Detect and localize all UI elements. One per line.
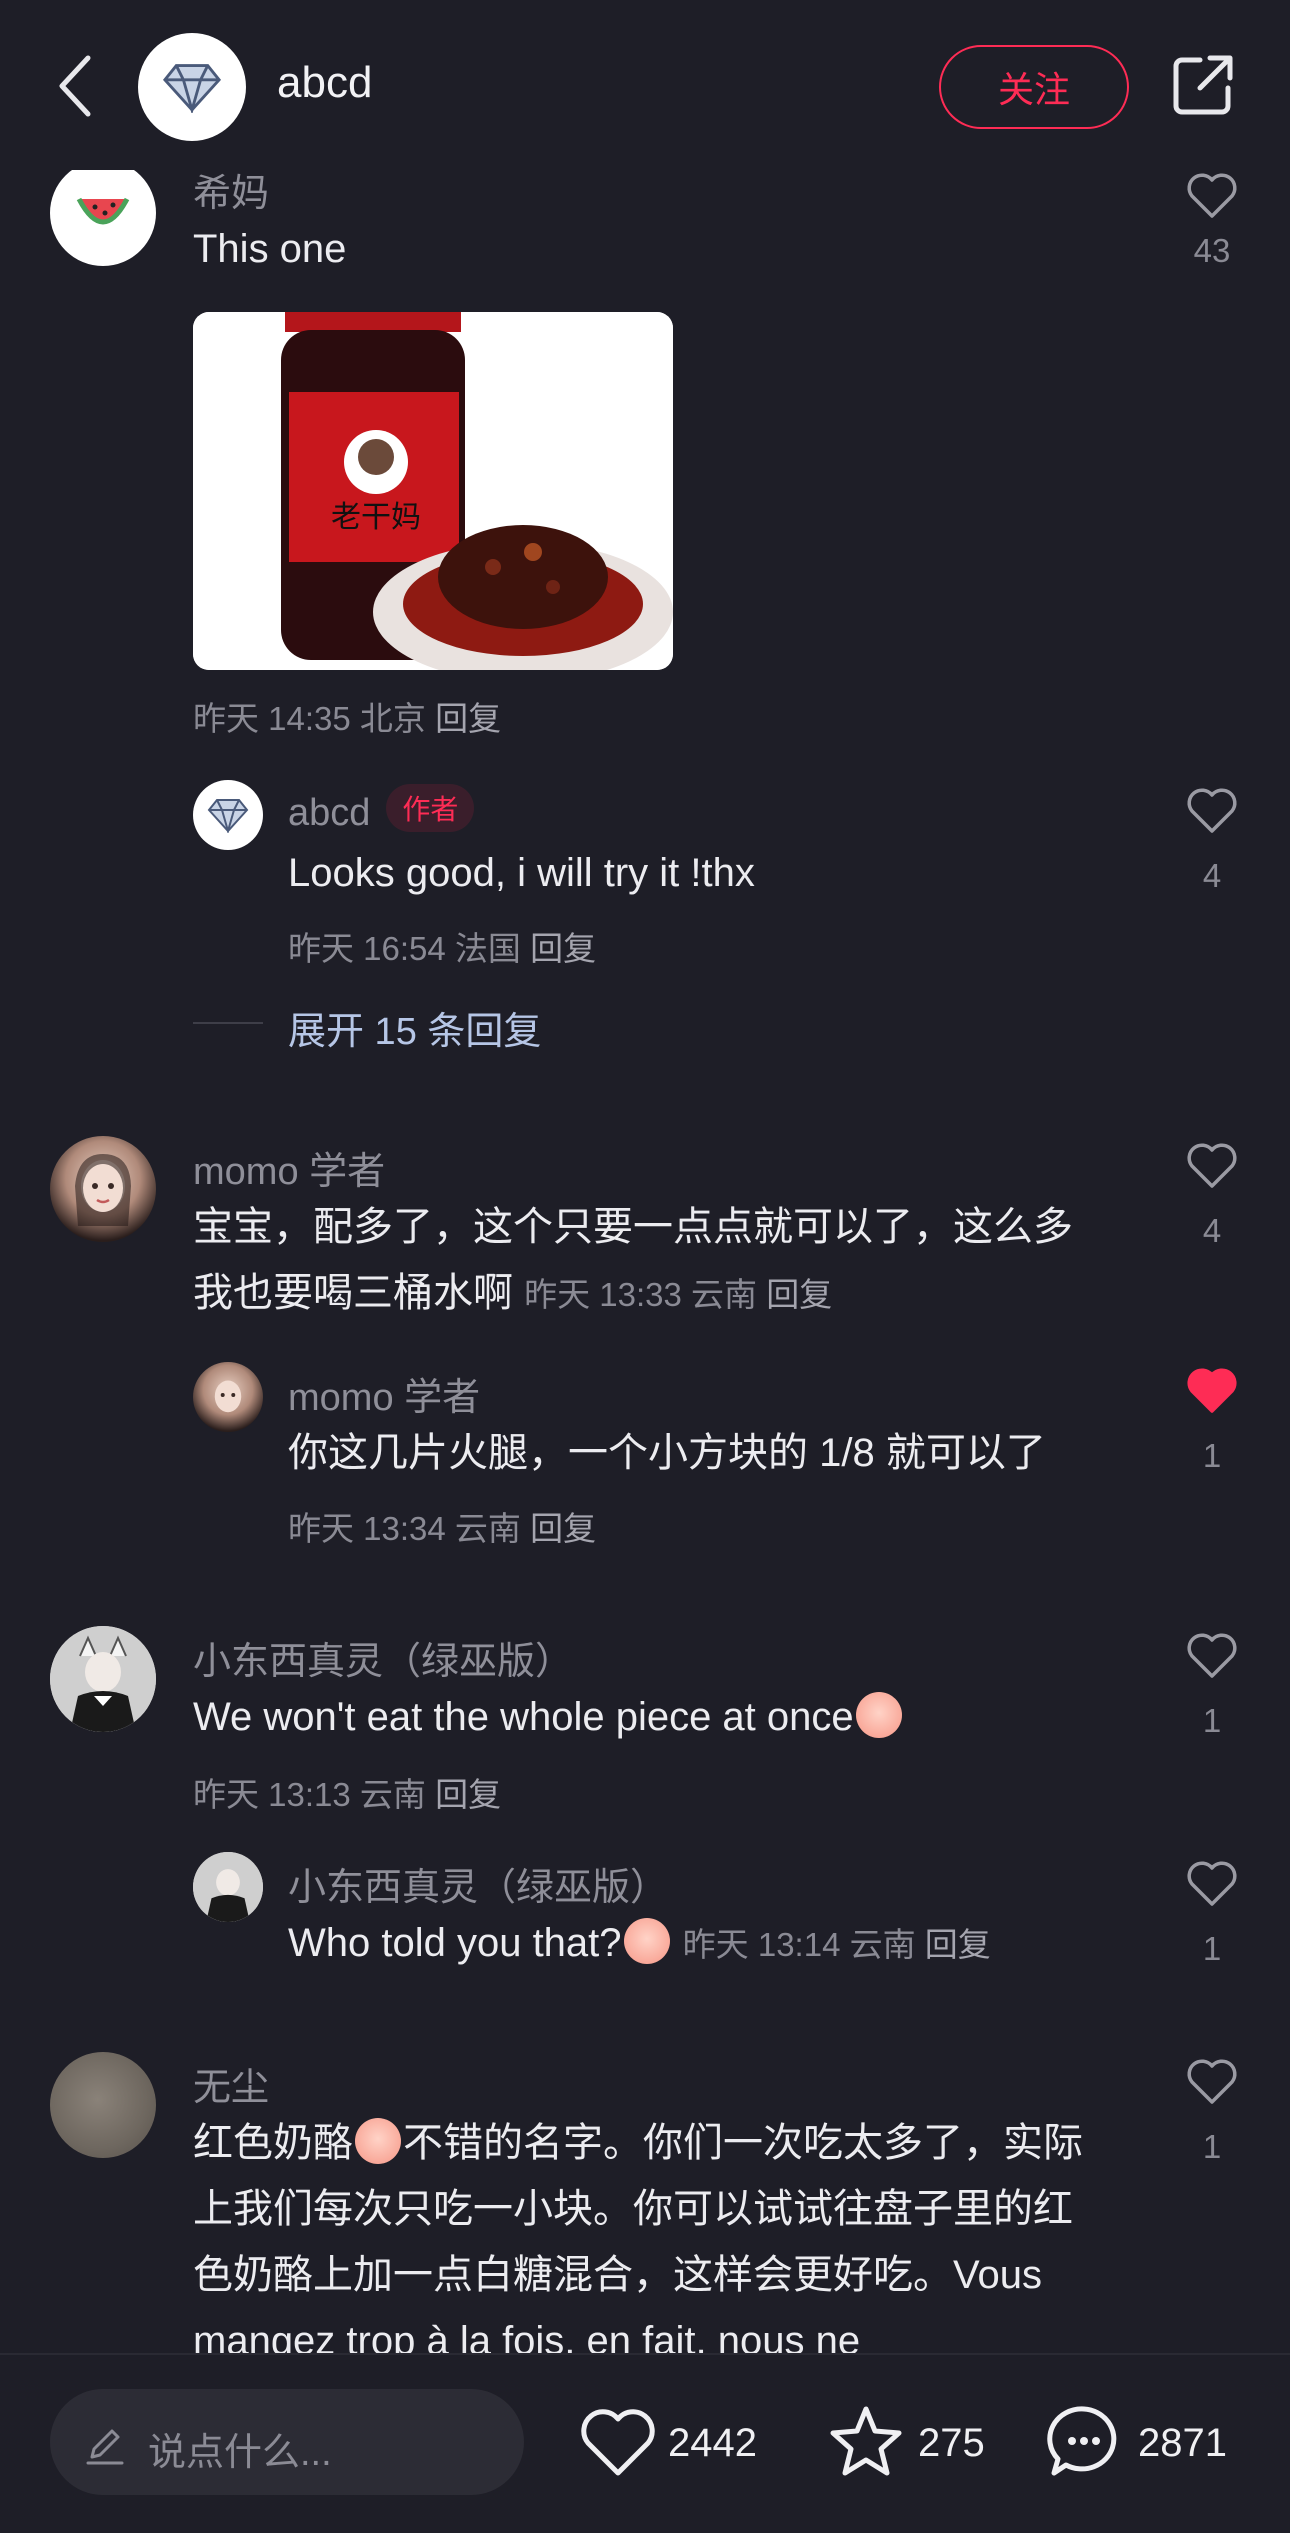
avatar[interactable] xyxy=(193,1852,263,1922)
heart-icon[interactable] xyxy=(1185,1858,1239,1908)
comment-text-content: We won't eat the whole piece at once xyxy=(193,1695,854,1739)
author-name[interactable]: abcd xyxy=(277,58,372,108)
comment-text: We won't eat the whole piece at once xyxy=(193,1684,904,1750)
reply-username-text: abcd xyxy=(288,792,371,834)
reply-meta: 昨天 16:54 法国 回复 xyxy=(288,922,596,970)
comment-text: 不错的名字。你们一次吃太多了，实际 xyxy=(403,2121,1083,2165)
top-bar: abcd 关注 xyxy=(0,0,1290,170)
reply-button[interactable]: 回复 xyxy=(530,930,596,967)
reply-text: Looks good, i will try it !thx xyxy=(288,851,755,895)
star-icon[interactable] xyxy=(826,2401,906,2481)
reply-button[interactable]: 回复 xyxy=(435,1776,501,1813)
avatar[interactable] xyxy=(50,160,156,266)
author-avatar[interactable] xyxy=(138,33,246,141)
reply-meta: 昨天 13:34 云南 回复 xyxy=(288,1502,596,1550)
heart-icon[interactable] xyxy=(578,2403,658,2483)
comment-image[interactable]: 老干妈 xyxy=(193,312,673,670)
reply-text: 你这几片火腿，一个小方块的 1/8 就可以了 xyxy=(288,1431,1046,1475)
like-count: 1 xyxy=(1202,1702,1222,1739)
share-icon[interactable] xyxy=(1170,52,1236,118)
comment-text-line2: 我也要喝三桶水啊 昨天 13:33 云南 回复 xyxy=(193,1260,832,1328)
peach-emoji-icon xyxy=(355,2118,401,2164)
chili-sauce-jar-image: 老干妈 xyxy=(193,312,673,670)
comment-time: 昨天 14:35 北京 xyxy=(193,700,426,737)
comment-input[interactable]: 说点什么... xyxy=(50,2389,524,2495)
heart-icon[interactable] xyxy=(1185,1630,1239,1680)
comment-total[interactable]: 2871 xyxy=(1138,2421,1227,2466)
comment-username[interactable]: 小东西真灵（绿巫版） xyxy=(193,1630,573,1685)
reply-username[interactable]: abcd 作者 xyxy=(288,784,475,835)
comment-text: 红色奶酪 xyxy=(193,2121,353,2165)
pencil-icon xyxy=(86,2429,124,2465)
user-photo-icon xyxy=(214,1380,242,1413)
comment-time: 昨天 13:33 云南 xyxy=(524,1276,758,1313)
avatar[interactable] xyxy=(193,780,263,850)
reply-username[interactable]: momo 学者 xyxy=(288,1366,480,1421)
diamond-icon xyxy=(162,64,222,113)
comment-username[interactable]: momo 学者 xyxy=(193,1140,385,1195)
like-total[interactable]: 2442 xyxy=(668,2421,757,2466)
heart-icon[interactable] xyxy=(1185,785,1239,835)
comment-text-line3: 色奶酪上加一点白糖混合，这样会更好吃。Vous xyxy=(193,2253,1042,2297)
like-count: 43 xyxy=(1193,232,1231,269)
back-arrow-icon[interactable] xyxy=(50,52,100,120)
comment-text: This one xyxy=(193,227,347,271)
reply-text-content: Who told you that? xyxy=(288,1921,622,1965)
watermelon-icon xyxy=(76,197,130,225)
comment-text-line1: 宝宝，配多了，这个只要一点点就可以了，这么多 xyxy=(193,1205,1073,1249)
diamond-icon xyxy=(207,799,249,833)
avatar[interactable] xyxy=(50,1136,156,1242)
reply-button[interactable]: 回复 xyxy=(766,1276,832,1313)
comment-text-line1: 红色奶酪 不错的名字。你们一次吃太多了，实际 xyxy=(193,2110,1083,2176)
reply-time: 昨天 16:54 法国 xyxy=(288,930,521,967)
reply-time: 昨天 13:14 云南 xyxy=(682,1926,916,1963)
comment-text: 我也要喝三桶水啊 xyxy=(193,1271,513,1315)
bottom-action-bar: 说点什么... 2442 275 2871 xyxy=(0,2353,1290,2533)
like-count: 4 xyxy=(1202,1212,1222,1249)
comment-bubble-icon[interactable] xyxy=(1044,2401,1124,2481)
comment-text-line2: 上我们每次只吃一小块。你可以试试往盘子里的红 xyxy=(193,2187,1073,2231)
like-count: 1 xyxy=(1202,1437,1222,1474)
heart-icon[interactable] xyxy=(1185,1140,1239,1190)
reply-time: 昨天 13:34 云南 xyxy=(288,1510,521,1547)
comment-username[interactable]: 希妈 xyxy=(193,162,269,217)
like-count: 1 xyxy=(1202,1930,1222,1967)
expand-replies-button[interactable]: 展开 15 条回复 xyxy=(288,1000,541,1055)
heart-filled-icon[interactable] xyxy=(1185,1365,1239,1415)
comment-username[interactable]: 无尘 xyxy=(193,2056,269,2111)
reply-meta: 昨天 13:14 云南 回复 xyxy=(683,1926,991,1963)
reply-username[interactable]: 小东西真灵（绿巫版） xyxy=(288,1856,668,1911)
reply-button[interactable]: 回复 xyxy=(435,700,501,737)
avatar[interactable] xyxy=(193,1362,263,1432)
reply-text: Who told you that? 昨天 13:14 云南 回复 xyxy=(288,1910,991,1978)
reply-button[interactable]: 回复 xyxy=(530,1510,596,1547)
like-count: 4 xyxy=(1202,857,1222,894)
user-photo-icon xyxy=(50,1626,156,1732)
comment-meta: 昨天 13:13 云南 回复 xyxy=(193,1768,501,1816)
reply-button[interactable]: 回复 xyxy=(925,1926,991,1963)
like-count: 1 xyxy=(1202,2128,1222,2165)
favorite-total[interactable]: 275 xyxy=(918,2421,985,2466)
user-photo-icon xyxy=(193,1852,263,1922)
crying-emoji-icon xyxy=(623,1918,670,1964)
crying-emoji-icon xyxy=(855,1692,902,1738)
comment-meta: 昨天 13:33 云南 回复 xyxy=(524,1276,832,1313)
heart-icon[interactable] xyxy=(1185,2056,1239,2106)
author-badge: 作者 xyxy=(386,784,475,832)
avatar[interactable] xyxy=(50,1626,156,1732)
comment-meta: 昨天 14:35 北京 回复 xyxy=(193,692,501,740)
expand-divider xyxy=(193,1022,263,1024)
avatar[interactable] xyxy=(50,2052,156,2158)
comment-time: 昨天 13:13 云南 xyxy=(193,1776,426,1813)
user-photo-icon xyxy=(75,1154,131,1226)
jar-brand-label: 老干妈 xyxy=(331,500,421,535)
heart-icon[interactable] xyxy=(1185,170,1239,220)
comment-input-placeholder: 说点什么... xyxy=(148,2432,332,2474)
follow-button[interactable]: 关注 xyxy=(939,45,1129,129)
